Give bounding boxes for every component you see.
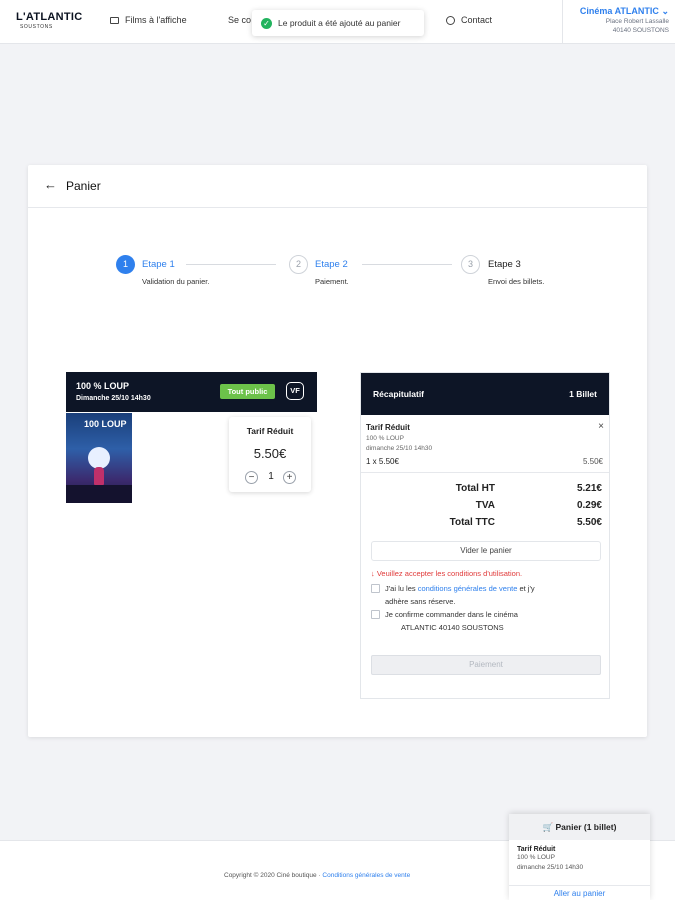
copyright: Copyright © 2020 Ciné boutique bbox=[224, 872, 317, 879]
nav-films-link[interactable]: Films à l'affiche bbox=[110, 15, 187, 25]
item-date: dimanche 25/10 14h30 bbox=[366, 445, 433, 452]
poster-moon bbox=[88, 447, 110, 469]
cinema-address-1: Place Robert Lassalle bbox=[605, 18, 669, 25]
mini-cart-item: Tarif Réduit 100 % LOUP dimanche 25/10 1… bbox=[509, 840, 650, 873]
confirm-line2: ATLANTIC 40140 SOUSTONS bbox=[401, 623, 504, 632]
confirm-label: Je confirme commander dans le cinéma ATL… bbox=[385, 608, 605, 634]
cgv-link[interactable]: conditions générales de vente bbox=[418, 584, 518, 593]
version-badge: VF bbox=[286, 382, 304, 400]
item-quantity: 1 x 5.50€ bbox=[366, 457, 399, 466]
step-3-circle: 3 bbox=[461, 255, 480, 274]
mini-item-film: 100 % LOUP bbox=[517, 854, 555, 861]
product-title: 100 % LOUP bbox=[76, 381, 130, 391]
step-2-label: Etape 2 bbox=[315, 259, 348, 270]
step-3-label: Etape 3 bbox=[488, 259, 521, 270]
cinema-address-2: 40140 SOUSTONS bbox=[612, 27, 669, 34]
nav-contact-link[interactable]: Contact bbox=[446, 15, 492, 25]
mini-item-date: dimanche 25/10 14h30 bbox=[517, 864, 584, 871]
film-icon bbox=[110, 17, 119, 24]
step-2-circle: 2 bbox=[289, 255, 308, 274]
step-1-desc: Validation du panier. bbox=[142, 277, 210, 286]
tva-label: TVA bbox=[475, 500, 495, 511]
cart-card: ← Panier 1 Etape 1 Validation du panier.… bbox=[28, 165, 647, 737]
mini-item-name: Tarif Réduit bbox=[517, 846, 556, 853]
cart-item: Tarif Réduit × 100 % LOUP dimanche 25/10… bbox=[361, 415, 609, 473]
step-1-label: Etape 1 bbox=[142, 259, 175, 270]
cgv-checkbox[interactable] bbox=[371, 584, 380, 593]
cgv-line2: adhère sans réserve. bbox=[385, 597, 456, 606]
site-logo[interactable]: L'ATLANTIC bbox=[16, 11, 83, 23]
poster-ground bbox=[66, 485, 132, 503]
mini-cart-header[interactable]: 🛒 Panier (1 billet) bbox=[509, 814, 650, 840]
card-header: ← Panier bbox=[28, 165, 647, 208]
step-1-circle: 1 bbox=[116, 255, 135, 274]
recap-header: Récapitulatif 1 Billet bbox=[361, 373, 609, 415]
audience-badge: Tout public bbox=[220, 384, 275, 399]
mini-cart-title: Panier (1 billet) bbox=[555, 822, 617, 832]
item-price: 5.50€ bbox=[582, 457, 603, 466]
total-ttc-label: Total TTC bbox=[449, 517, 495, 528]
empty-cart-button[interactable]: Vider le panier bbox=[371, 541, 601, 561]
toast-message: Le produit a été ajouté au panier bbox=[278, 18, 401, 28]
tarif-price: 5.50€ bbox=[253, 446, 287, 461]
step-connector bbox=[186, 264, 276, 265]
total-ht-value: 5.21€ bbox=[576, 483, 602, 494]
clock-icon bbox=[446, 16, 455, 25]
total-ttc-value: 5.50€ bbox=[576, 517, 602, 528]
check-circle-icon: ✓ bbox=[261, 18, 272, 29]
cinema-name: Cinéma ATLANTIC bbox=[579, 6, 659, 16]
decrement-button[interactable]: − bbox=[245, 471, 258, 484]
footer-cgv-link[interactable]: Conditions générales de vente bbox=[322, 872, 410, 879]
product-datetime: Dimanche 25/10 14h30 bbox=[76, 395, 151, 402]
quantity-stepper: − 1 + bbox=[245, 471, 297, 485]
step-connector bbox=[362, 264, 452, 265]
item-name: Tarif Réduit bbox=[366, 423, 410, 432]
nav-contact-label: Contact bbox=[461, 15, 493, 25]
step-2-desc: Paiement. bbox=[315, 277, 349, 286]
cgv-label: J'ai lu les conditions générales de vent… bbox=[385, 582, 605, 608]
remove-item-icon[interactable]: × bbox=[598, 421, 604, 432]
chevron-down-icon: ⌄ bbox=[661, 6, 669, 16]
confirm-cinema-checkbox[interactable] bbox=[371, 610, 380, 619]
recap-panel: Récapitulatif 1 Billet Tarif Réduit × 10… bbox=[360, 372, 610, 699]
toast-notification: ✓ Le produit a été ajouté au panier bbox=[252, 10, 424, 36]
step-3-desc: Envoi des billets. bbox=[488, 277, 545, 286]
cgv-suffix: et j'y bbox=[519, 584, 535, 593]
confirm-line1: Je confirme commander dans le cinéma bbox=[385, 610, 518, 619]
item-film: 100 % LOUP bbox=[366, 435, 404, 442]
ticket-count: 1 Billet bbox=[569, 389, 597, 399]
mini-cart-widget: 🛒 Panier (1 billet) Tarif Réduit 100 % L… bbox=[509, 814, 650, 900]
tva-value: 0.29€ bbox=[576, 500, 602, 511]
terms-warning: ↓ Veuillez accepter les conditions d'uti… bbox=[371, 569, 523, 578]
cinema-selector[interactable]: Cinéma ATLANTIC ⌄ Place Robert Lassalle … bbox=[562, 0, 675, 44]
cart-icon: 🛒 bbox=[542, 822, 554, 832]
logo-subtitle: SOUSTONS bbox=[20, 24, 53, 30]
tarif-name: Tarif Réduit bbox=[246, 426, 294, 436]
page-title: Panier bbox=[66, 179, 101, 193]
go-to-cart-link[interactable]: Aller au panier bbox=[509, 885, 650, 898]
nav-films-label: Films à l'affiche bbox=[125, 15, 187, 25]
quantity-value: 1 bbox=[268, 471, 274, 482]
cgv-prefix: J'ai lu les bbox=[385, 584, 416, 593]
increment-button[interactable]: + bbox=[283, 471, 296, 484]
nav-login-link[interactable]: Se co bbox=[228, 15, 251, 25]
poster-title: 100 LOUP bbox=[84, 419, 127, 429]
payment-button[interactable]: Paiement bbox=[371, 655, 601, 675]
poster-character bbox=[94, 467, 104, 485]
product-header: 100 % LOUP Dimanche 25/10 14h30 Tout pub… bbox=[66, 372, 317, 412]
total-ht-label: Total HT bbox=[455, 483, 495, 494]
back-arrow-icon[interactable]: ← bbox=[44, 177, 57, 192]
tarif-card: Tarif Réduit 5.50€ − 1 + bbox=[229, 417, 311, 492]
movie-poster: 100 LOUP bbox=[66, 413, 132, 503]
recap-title: Récapitulatif bbox=[373, 389, 425, 399]
footer-text: Copyright © 2020 Ciné boutique · Conditi… bbox=[224, 872, 410, 879]
